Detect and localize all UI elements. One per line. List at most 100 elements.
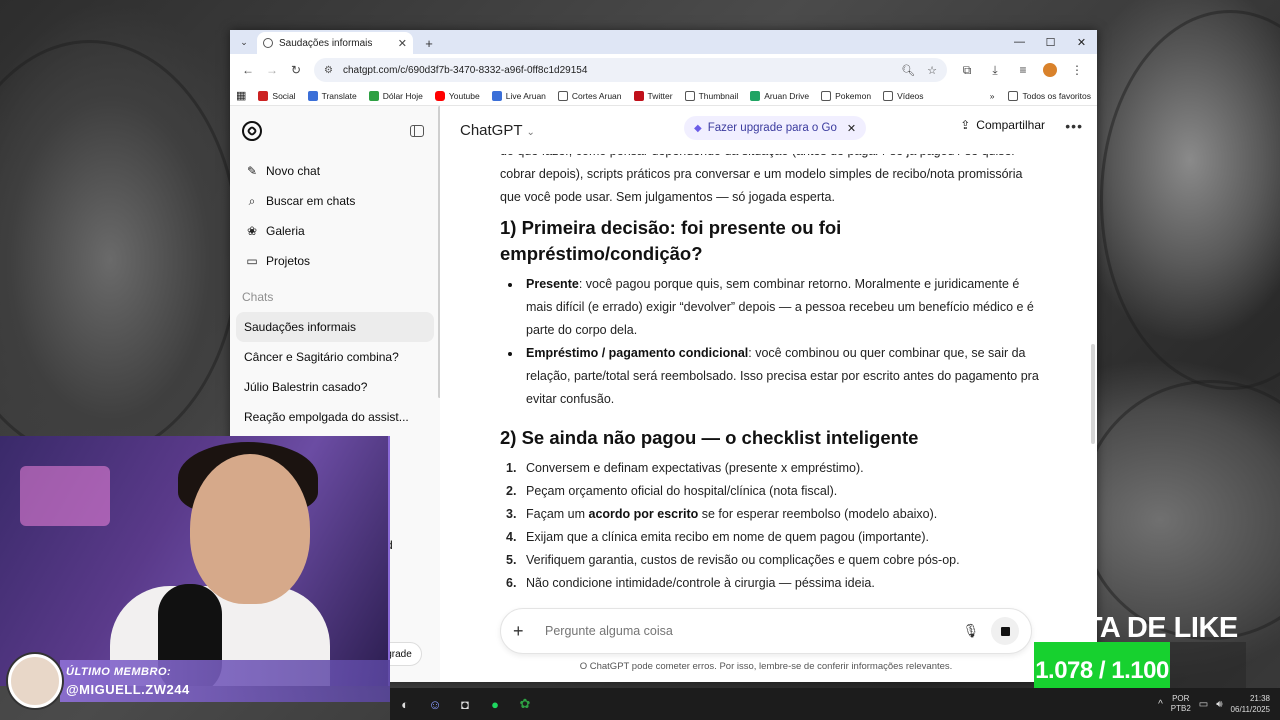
minimize-icon[interactable]: —	[1004, 30, 1035, 54]
bookmark-item[interactable]: Live Aruan	[491, 90, 546, 101]
spotify-icon[interactable]: ●	[480, 688, 510, 720]
clock[interactable]: 21:38 06/11/2025	[1231, 693, 1270, 715]
new-tab-icon[interactable]: +	[419, 33, 439, 53]
chatgpt-favicon-icon	[263, 38, 273, 48]
bookmark-icon	[750, 90, 761, 101]
download-icon[interactable]: ⤓	[981, 58, 1009, 82]
member-avatar	[8, 654, 62, 708]
more-bookmarks-icon[interactable]: »	[990, 91, 995, 101]
chat-header: ChatGPT ⌄ ◆ Fazer upgrade para o Go ✕ ⇪ Co…	[440, 106, 1097, 154]
chrome-icon[interactable]: ◐	[390, 688, 420, 720]
bookmark-item[interactable]: Aruan Drive	[750, 90, 809, 101]
sidebar-search-chats[interactable]: ⌕ Buscar em chats	[230, 186, 440, 216]
window-controls: — ☐ ✕	[1004, 30, 1097, 54]
disclaimer-text: O ChatGPT pode cometer erros. Por isso, …	[579, 661, 953, 672]
browser-menu-icon[interactable]: ⋮	[1063, 58, 1091, 82]
tray-chevron-icon[interactable]: ^	[1158, 699, 1163, 710]
url-text: chatgpt.com/c/690d3f7b-3470-8332-a96f-0f…	[342, 64, 588, 76]
numbered-list: 1. Conversem e definam expectativas (pres…	[500, 457, 1040, 595]
promo-close-icon[interactable]: ✕	[847, 122, 856, 135]
assistant-message: do que fazer, como pensar dependendo da …	[500, 154, 1040, 642]
bookmark-item[interactable]: Translate	[307, 90, 357, 101]
all-bookmarks[interactable]: Todos os favoritos	[1008, 90, 1091, 101]
edit-icon: ✎	[246, 164, 258, 178]
microphone-icon[interactable]: 🎙︎	[962, 623, 979, 639]
share-icon: ⇪	[960, 118, 971, 132]
gallery-icon: ❀	[246, 224, 258, 238]
bookmark-item[interactable]: Vídeos	[883, 90, 924, 101]
share-button[interactable]: ⇪ Compartilhar	[960, 118, 1045, 132]
sidebar-gallery[interactable]: ❀ Galeria	[230, 216, 440, 246]
profile-avatar[interactable]	[1043, 63, 1057, 77]
system-tray: ^ POR PTB2 ▭ 🔊︎ 21:38 06/11/2025	[1158, 688, 1270, 720]
taskbar: ◐ ☺ ◘ ● ✿ ^ POR PTB2 ▭ 🔊︎ 21:38 06/11/2025	[390, 688, 1280, 720]
bookmark-item[interactable]: Pokemon	[821, 90, 871, 101]
seat-outline	[1100, 10, 1280, 390]
forward-icon[interactable]: →	[260, 58, 284, 82]
close-sidebar-icon[interactable]	[410, 125, 424, 137]
bookmark-item[interactable]: Social	[258, 90, 296, 101]
extensions-icon[interactable]: ⧉	[953, 58, 981, 82]
attach-plus-icon[interactable]: +	[513, 621, 535, 642]
last-member-name: @MIGUELL.ZW244	[66, 682, 190, 697]
bookmark-icon	[258, 90, 269, 101]
seat-outline	[1080, 380, 1280, 640]
back-icon[interactable]: ←	[236, 58, 260, 82]
sidebar-new-chat[interactable]: ✎ Novo chat	[230, 156, 440, 186]
bullet-list: Presente: você pagou porque quis, sem co…	[500, 273, 1040, 411]
tab-close-icon[interactable]: ✕	[398, 37, 407, 50]
bookmark-icon	[368, 90, 379, 101]
stop-generating-button[interactable]	[991, 617, 1019, 645]
reading-list-icon[interactable]: ≡	[1009, 58, 1037, 82]
display-icon[interactable]: ▭	[1199, 699, 1208, 710]
camera-icon[interactable]: ◘	[450, 688, 480, 720]
tab-title: Saudações informais	[279, 37, 373, 49]
prompt-input[interactable]	[545, 624, 963, 638]
bookmark-icon	[633, 90, 644, 101]
maximize-icon[interactable]: ☐	[1035, 30, 1066, 54]
composer: + 🎙︎	[500, 608, 1032, 654]
streamer-face	[190, 454, 310, 604]
chat-item[interactable]: Câncer e Sagitário combina?	[236, 342, 434, 372]
last-member-badge: ÚLTIMO MEMBRO: @MIGUELL.ZW244	[0, 652, 390, 720]
sidebar-header	[230, 106, 440, 156]
main-scrollbar[interactable]	[1091, 344, 1095, 444]
browser-tab[interactable]: Saudações informais ✕	[257, 32, 413, 54]
bookmark-item[interactable]: Dólar Hoje	[368, 90, 423, 101]
reload-icon[interactable]: ↻	[284, 58, 308, 82]
bookmark-item[interactable]: Twitter	[633, 90, 673, 101]
search-icon: ⌕	[248, 193, 256, 208]
chat-item[interactable]: Saudações informais	[236, 312, 434, 342]
close-window-icon[interactable]: ✕	[1066, 30, 1097, 54]
like-goal-title: ETA DE LIKE	[1066, 612, 1238, 644]
more-options-icon[interactable]: •••	[1065, 118, 1083, 134]
sidebar-projects[interactable]: ▭ Projetos	[230, 246, 440, 276]
bookmark-item[interactable]: Youtube	[434, 90, 480, 101]
chat-item[interactable]: Júlio Balestrin casado?	[236, 372, 434, 402]
bookmark-star-icon[interactable]: ☆	[927, 64, 937, 77]
chatgpt-app-icon[interactable]: ✿	[510, 688, 540, 720]
address-bar[interactable]: ⚙ chatgpt.com/c/690d3f7b-3470-8332-a96f-…	[314, 58, 947, 82]
list-item: 1. Conversem e definam expectativas (pres…	[506, 461, 864, 475]
seat-outline	[0, 40, 240, 460]
model-selector[interactable]: ChatGPT ⌄	[460, 122, 535, 139]
openai-logo-icon[interactable]	[242, 121, 262, 141]
language-indicator[interactable]: POR PTB2	[1171, 694, 1191, 714]
upgrade-promo[interactable]: ◆ Fazer upgrade para o Go ✕	[684, 116, 867, 140]
last-member-title: ÚLTIMO MEMBRO:	[66, 666, 172, 678]
bookmark-item[interactable]: Thumbnail	[684, 90, 738, 101]
zoom-icon[interactable]: 🔍︎	[901, 64, 915, 77]
volume-icon[interactable]: 🔊︎	[1216, 699, 1222, 710]
tab-search-icon[interactable]: ⌄	[235, 33, 253, 51]
discord-icon[interactable]: ☺	[420, 688, 450, 720]
bookmark-icon	[491, 90, 502, 101]
list-item: 3. Façam um acordo por escrito se for esp…	[506, 507, 938, 521]
list-item: Empréstimo / pagamento condicional: você…	[500, 342, 1040, 411]
apps-icon[interactable]: ▦	[236, 89, 246, 102]
webcam-overlay	[0, 436, 390, 686]
site-info-icon[interactable]: ⚙	[324, 65, 333, 76]
chat-item[interactable]: Reação empolgada do assist...	[236, 402, 434, 432]
section-heading: 2) Se ainda não pagou — o checklist inte…	[500, 427, 919, 448]
bookmark-item[interactable]: Cortes Aruan	[557, 90, 622, 101]
conversation-area: do que fazer, como pensar dependendo da …	[440, 154, 1097, 682]
